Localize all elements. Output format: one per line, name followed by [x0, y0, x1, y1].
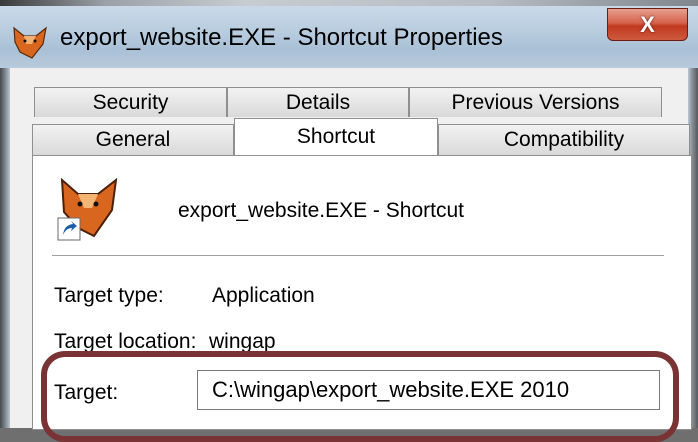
close-icon: X: [640, 11, 655, 37]
target-input[interactable]: C:\wingap\export_website.EXE 2010: [197, 370, 660, 410]
tab-security[interactable]: Security: [34, 87, 227, 117]
target-location-label: Target location:: [54, 330, 197, 353]
window-title: export_website.EXE - Shortcut Properties: [60, 24, 503, 51]
window-frame-left: [0, 68, 10, 428]
tab-shortcut[interactable]: Shortcut: [234, 118, 438, 155]
shortcut-name: export_website.EXE - Shortcut: [178, 199, 464, 222]
tab-general[interactable]: General: [32, 124, 234, 155]
close-button[interactable]: X: [607, 8, 688, 41]
tab-compatibility[interactable]: Compatibility: [438, 124, 690, 155]
tab-details[interactable]: Details: [227, 87, 409, 117]
target-type-value: Application: [212, 284, 315, 307]
target-type-label: Target type:: [54, 284, 164, 307]
tab-previous-versions[interactable]: Previous Versions: [409, 87, 662, 117]
target-label: Target:: [54, 381, 119, 404]
fox-app-icon: [13, 26, 47, 59]
fox-app-icon: [57, 178, 118, 241]
target-location-value: wingap: [209, 330, 276, 353]
separator: [52, 255, 664, 256]
shortcut-arrow-icon: [57, 217, 81, 241]
